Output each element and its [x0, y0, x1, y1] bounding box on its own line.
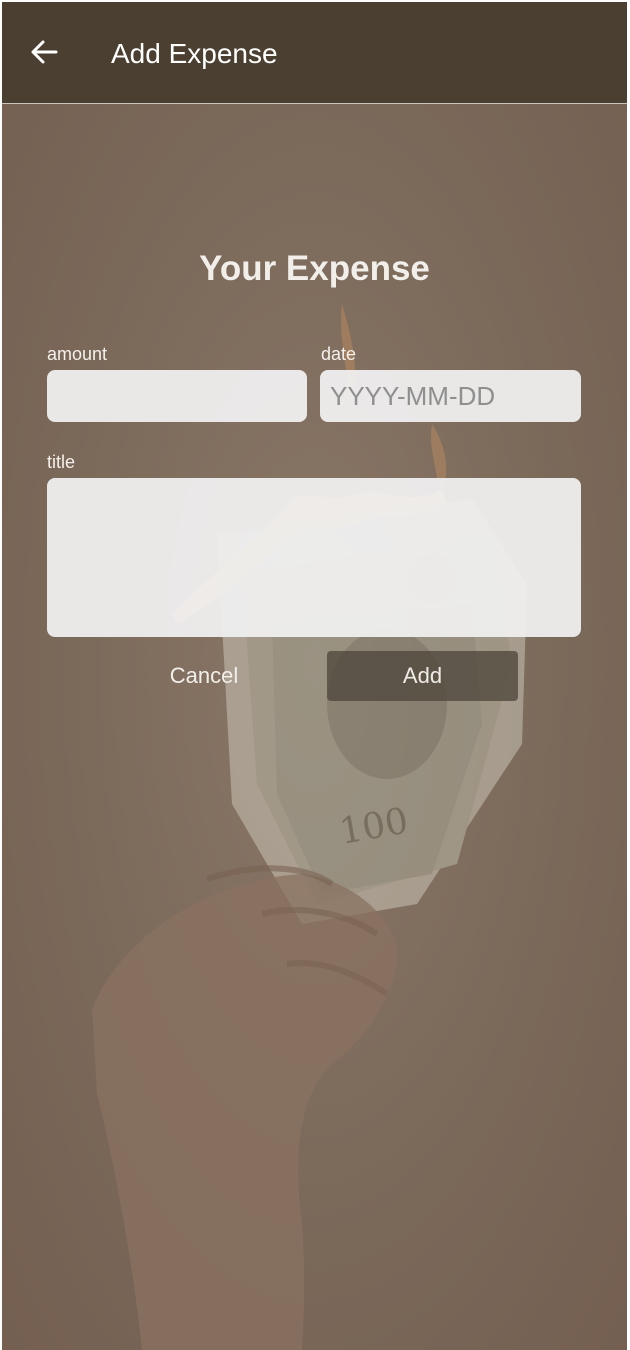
add-button[interactable]: Add [327, 651, 518, 701]
app-bar: Add Expense [2, 2, 627, 104]
amount-input[interactable] [47, 370, 307, 422]
burning-money-photo: 100 [92, 304, 527, 1350]
form-heading: Your Expense [199, 249, 430, 288]
amount-label: amount [47, 344, 108, 364]
title-input[interactable] [47, 478, 581, 637]
background-photo: 100 [2, 104, 627, 1350]
date-label: date [321, 344, 357, 364]
date-input[interactable] [320, 370, 581, 422]
arrow-left-icon [29, 37, 59, 72]
app-screen: 100 Add Expense Your Expense amount date [2, 2, 627, 1350]
cancel-button[interactable]: Cancel [125, 651, 283, 701]
title-label: title [47, 452, 76, 472]
back-button[interactable] [24, 34, 64, 74]
app-bar-title: Add Expense [111, 38, 278, 69]
